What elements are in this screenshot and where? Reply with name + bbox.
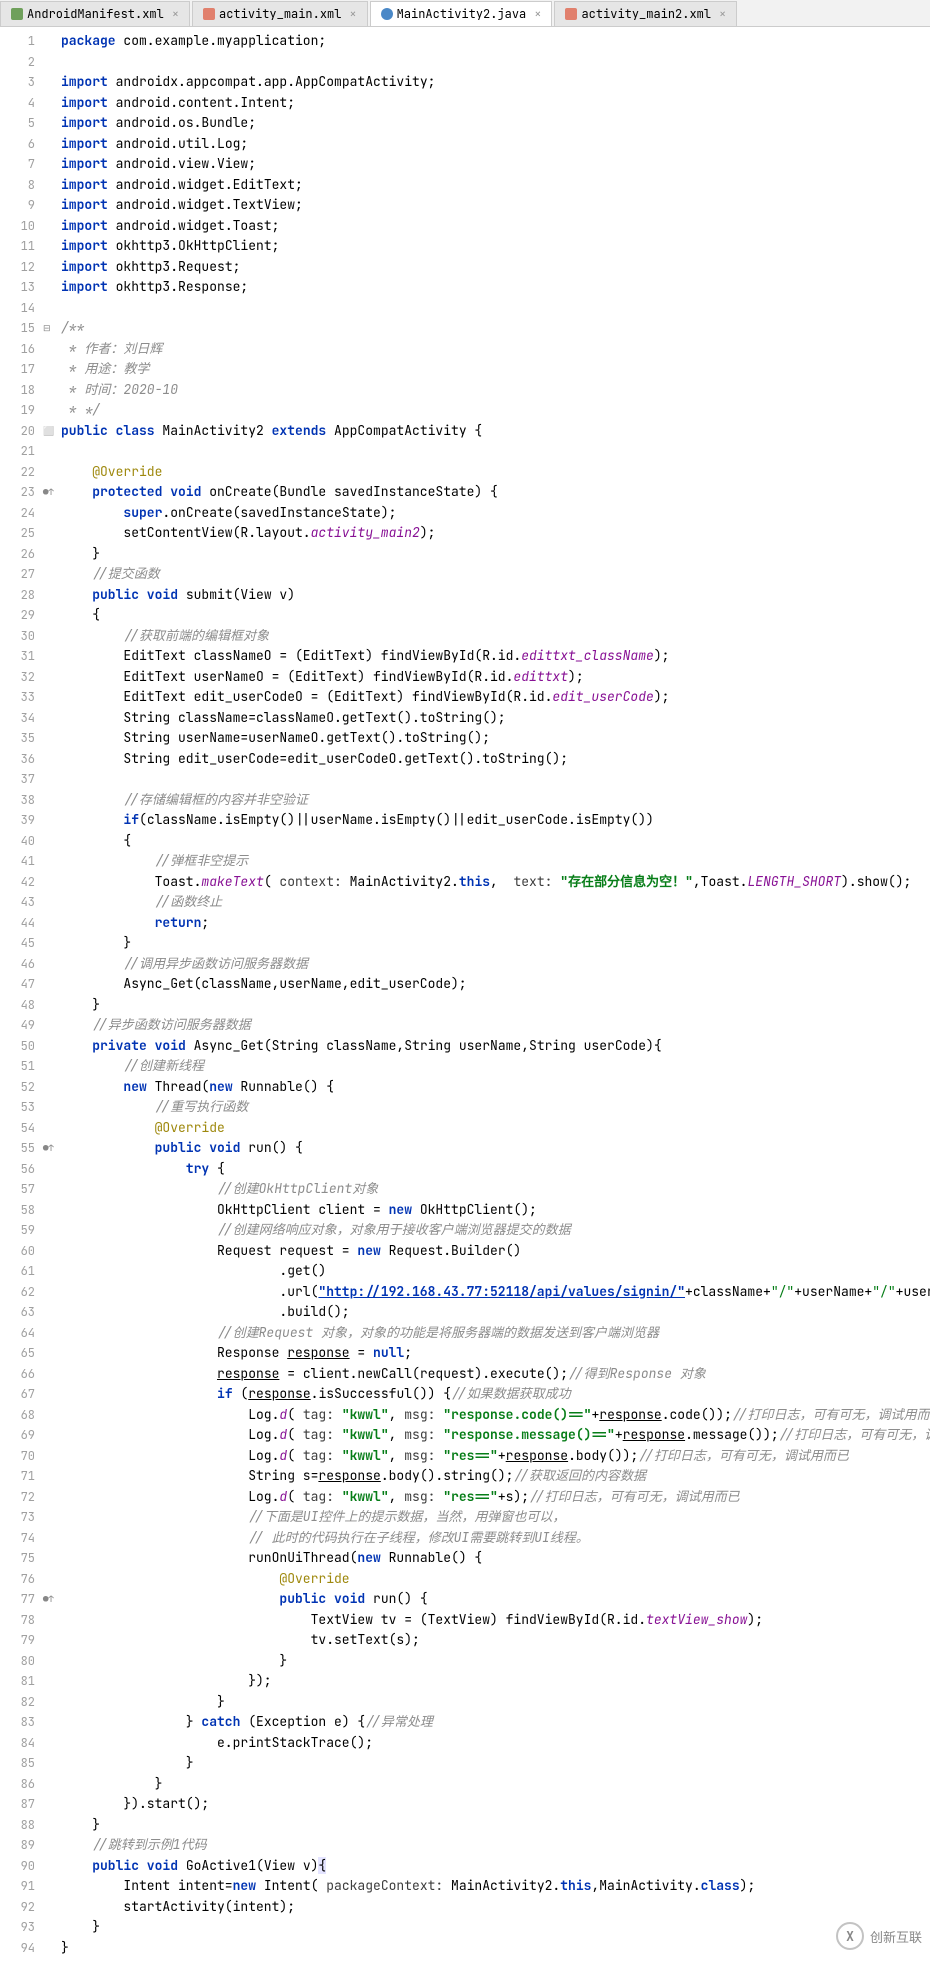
line-gutter: 1234567891011121314151617181920212223242…	[0, 27, 43, 1962]
logo-icon: X	[836, 1922, 864, 1950]
tab-activity-main[interactable]: activity_main.xml ×	[192, 1, 368, 26]
close-icon[interactable]: ×	[349, 6, 356, 22]
gutter-icons: ⊟⬜●↑●↑●↑	[43, 27, 57, 1962]
close-icon[interactable]: ×	[172, 6, 179, 22]
tab-label: activity_main2.xml	[581, 6, 711, 22]
tab-label: activity_main.xml	[219, 6, 341, 22]
close-icon[interactable]: ×	[719, 6, 726, 22]
code-editor[interactable]: 1234567891011121314151617181920212223242…	[0, 27, 930, 1962]
tab-label: AndroidManifest.xml	[27, 6, 164, 22]
xml-icon	[565, 8, 577, 20]
xml-icon	[11, 8, 23, 20]
tab-label: MainActivity2.java	[397, 6, 527, 22]
editor-tabs: AndroidManifest.xml× activity_main.xml× …	[0, 0, 930, 27]
xml-icon	[203, 8, 215, 20]
close-icon[interactable]: ×	[534, 6, 541, 22]
logo-text: 创新互联	[870, 1927, 922, 1946]
tab-activity-main2[interactable]: activity_main2.xml ×	[554, 1, 737, 26]
watermark-logo: X 创新互联	[836, 1922, 922, 1950]
code-area[interactable]: package com.example.myapplication; impor…	[57, 27, 930, 1962]
java-icon	[381, 8, 393, 20]
tab-manifest[interactable]: AndroidManifest.xml ×	[0, 1, 190, 26]
tab-mainactivity2[interactable]: MainActivity2.java ×	[370, 1, 553, 26]
